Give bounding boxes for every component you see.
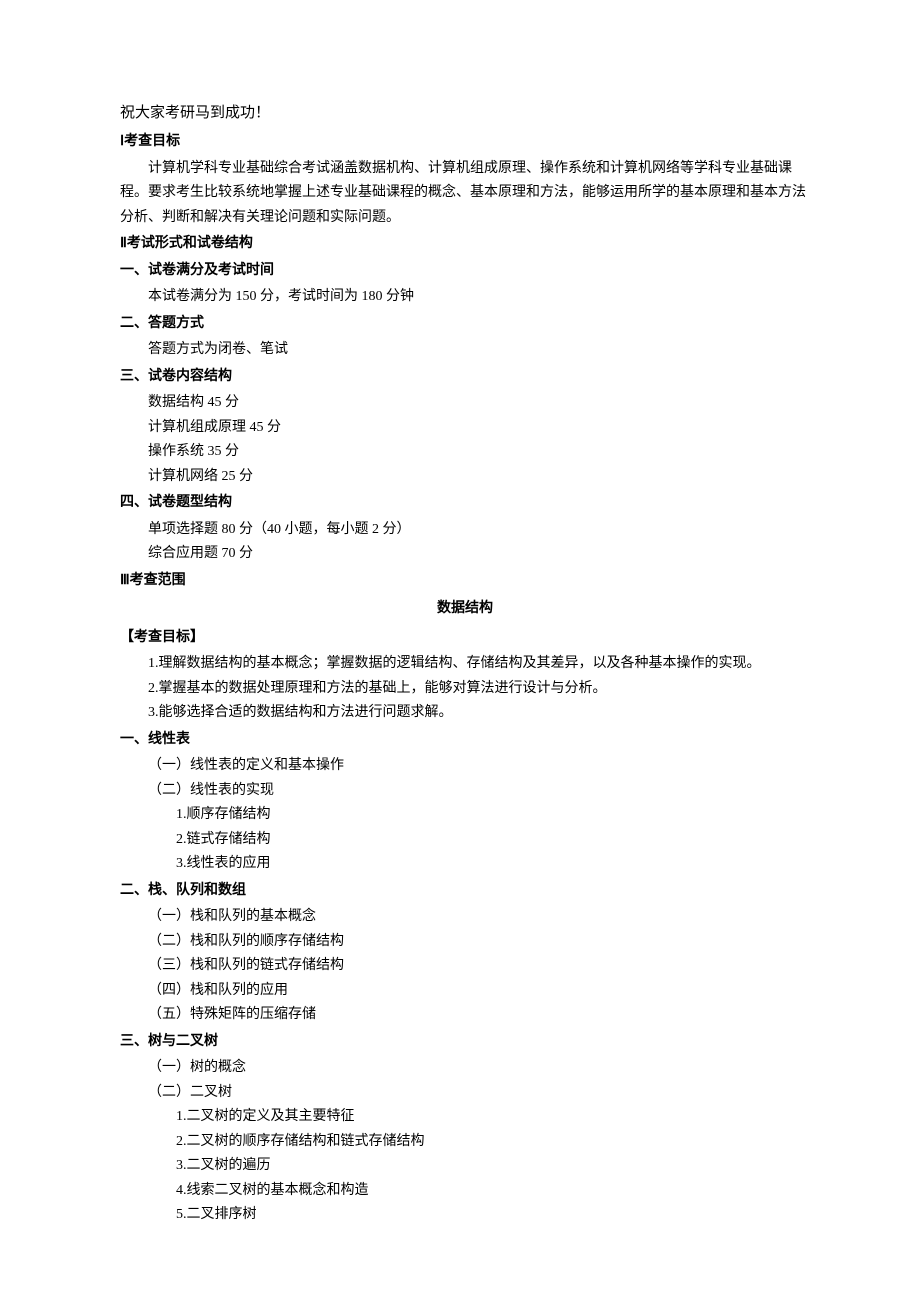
goal-3: 3.能够选择合适的数据结构和方法进行问题求解。 (120, 701, 810, 726)
part-3-b2: 2.二叉树的顺序存储结构和链式存储结构 (120, 1130, 810, 1155)
section-2-sub3-line2: 计算机组成原理 45 分 (120, 416, 810, 441)
section-2-sub4-line1: 单项选择题 80 分（40 小题，每小题 2 分） (120, 518, 810, 543)
section-2-sub4-title: 四、试卷题型结构 (120, 491, 810, 516)
section-2-sub3-line4: 计算机网络 25 分 (120, 465, 810, 490)
part-1-b2: 2.链式存储结构 (120, 828, 810, 853)
part-3-a: （一）树的概念 (120, 1056, 810, 1081)
section-2-sub2-title: 二、答题方式 (120, 312, 810, 337)
section-2-sub3-title: 三、试卷内容结构 (120, 365, 810, 390)
part-3-b4: 4.线索二叉树的基本概念和构造 (120, 1179, 810, 1204)
part-1-b3: 3.线性表的应用 (120, 852, 810, 877)
greeting-text: 祝大家考研马到成功！ (120, 100, 810, 126)
section-2-sub4-line2: 综合应用题 70 分 (120, 542, 810, 567)
section-2-sub3-line1: 数据结构 45 分 (120, 391, 810, 416)
part-3-b5: 5.二叉排序树 (120, 1203, 810, 1228)
section-3-title: Ⅲ考查范围 (120, 569, 810, 594)
part-1-a: （一）线性表的定义和基本操作 (120, 754, 810, 779)
part-2-a: （一）栈和队列的基本概念 (120, 905, 810, 930)
part-1-b: （二）线性表的实现 (120, 779, 810, 804)
part-3-b3: 3.二叉树的遍历 (120, 1154, 810, 1179)
section-2-sub1-title: 一、试卷满分及考试时间 (120, 259, 810, 284)
part-2-b: （二）栈和队列的顺序存储结构 (120, 930, 810, 955)
section-2-sub3-line3: 操作系统 35 分 (120, 440, 810, 465)
goal-2: 2.掌握基本的数据处理原理和方法的基础上，能够对算法进行设计与分析。 (120, 677, 810, 702)
section-2-sub1-line: 本试卷满分为 150 分，考试时间为 180 分钟 (120, 285, 810, 310)
part-3-title: 三、树与二叉树 (120, 1030, 810, 1055)
part-2-title: 二、栈、队列和数组 (120, 879, 810, 904)
section-2-title: Ⅱ考试形式和试卷结构 (120, 232, 810, 257)
goal-1: 1.理解数据结构的基本概念；掌握数据的逻辑结构、存储结构及其差异，以及各种基本操… (120, 652, 810, 677)
section-3-center-title: 数据结构 (120, 597, 810, 622)
part-1-title: 一、线性表 (120, 728, 810, 753)
section-2-sub2-line: 答题方式为闭卷、笔试 (120, 338, 810, 363)
part-2-e: （五）特殊矩阵的压缩存储 (120, 1003, 810, 1028)
part-2-c: （三）栈和队列的链式存储结构 (120, 954, 810, 979)
part-1-b1: 1.顺序存储结构 (120, 803, 810, 828)
section-1-paragraph: 计算机学科专业基础综合考试涵盖数据机构、计算机组成原理、操作系统和计算机网络等学… (120, 157, 810, 231)
part-2-d: （四）栈和队列的应用 (120, 979, 810, 1004)
goals-title: 【考查目标】 (120, 626, 810, 651)
part-3-b1: 1.二叉树的定义及其主要特征 (120, 1105, 810, 1130)
part-3-b: （二）二叉树 (120, 1081, 810, 1106)
section-1-title: Ⅰ考查目标 (120, 130, 810, 155)
